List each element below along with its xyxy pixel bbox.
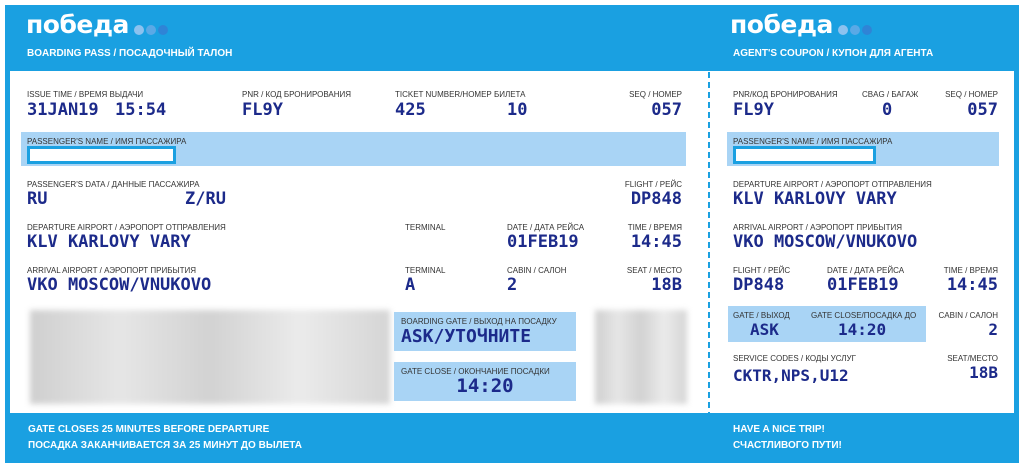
coupon-date-value: 01FEB19 xyxy=(827,275,899,295)
coupon-seat-label: SEAT/МЕСТО xyxy=(947,354,998,363)
coupon-subtitle: AGENT'S COUPON / КУПОН ДЛЯ АГЕНТА xyxy=(733,48,934,59)
coupon-pnr-value: FL9Y xyxy=(733,100,774,120)
coupon-time-value: 14:45 xyxy=(946,275,998,295)
seat-label: SEAT / МЕСТО xyxy=(626,266,682,275)
logo-dots xyxy=(836,12,872,41)
arrival-label: ARRIVAL AIRPORT / АЭРОПОРТ ПРИБЫТИЯ xyxy=(27,266,196,275)
issue-time-label: ISSUE TIME / ВРЕМЯ ВЫДАЧИ xyxy=(27,90,144,99)
cabin-label: CABIN / САЛОН xyxy=(507,266,567,275)
issue-time: 15:54 xyxy=(115,100,167,120)
coupon-date-label: DATE / ДАТА РЕЙСА xyxy=(827,266,905,275)
coupon-gate-close-label: GATE CLOSE/ПОСАДКА ДО xyxy=(811,311,917,320)
coupon-cabin-value: 2 xyxy=(988,320,998,339)
coupon-arrival-value: VKO MOSCOW/VNUKOVO xyxy=(733,232,918,252)
coupon-footer-line-2: СЧАСТЛИВОГО ПУТИ! xyxy=(733,440,842,451)
ticket-label: TICKET NUMBER/НОМЕР БИЛЕТА xyxy=(395,90,526,99)
cabin-value: 2 xyxy=(507,275,518,295)
coupon-seat-value: 18B xyxy=(969,363,998,382)
coupon-gate-value: ASK xyxy=(750,320,779,339)
seat-value: 18B xyxy=(651,275,682,295)
ticket-number-a: 425 xyxy=(395,100,426,120)
coupon-footer-line-1: HAVE A NICE TRIP! xyxy=(733,424,825,435)
coupon-time-label: TIME / ВРЕМЯ xyxy=(943,266,998,275)
pnr-value: FL9Y xyxy=(242,100,283,120)
coupon-bag-value: 0 xyxy=(882,100,893,120)
coupon-seq-label: SEQ / НОМЕР xyxy=(945,90,998,99)
departure-label: DEPARTURE AIRPORT / АЭРОПОРТ ОТПРАВЛЕНИЯ xyxy=(27,223,226,232)
arrival-value: VKO MOSCOW/VNUKOVO xyxy=(27,275,212,295)
passenger-name-label: PASSENGER'S NAME / ИМЯ ПАССАЖИРА xyxy=(27,137,187,146)
coupon-departure-value: KLV KARLOVY VARY xyxy=(733,189,897,209)
time-label: TIME / ВРЕМЯ xyxy=(627,223,682,232)
pnr-label: PNR / КОД БРОНИРОВАНИЯ xyxy=(242,90,352,99)
footer-line-2: ПОСАДКА ЗАКАНЧИВАЕТСЯ ЗА 25 МИНУТ ДО ВЫЛ… xyxy=(28,440,303,451)
gate-close-value: 14:20 xyxy=(456,375,514,397)
logo-dots xyxy=(132,12,168,41)
terminal2-label: TERMINAL xyxy=(405,266,446,275)
ticket-number-b: 10 xyxy=(507,100,528,120)
coupon-service-label: SERVICE CODES / КОДЫ УСЛУГ xyxy=(733,354,856,363)
coupon-flight-value: DP848 xyxy=(733,275,785,295)
coupon-name-label: PASSENGER'S NAME / ИМЯ ПАССАЖИРА xyxy=(733,137,893,146)
boarding-gate-label: BOARDING GATE / ВЫХОД НА ПОСАДКУ xyxy=(401,317,557,326)
perforation-line xyxy=(708,62,710,418)
coupon-bag-label: CBAG / БАГАЖ xyxy=(862,90,919,99)
flight-value: DP848 xyxy=(630,189,682,209)
logo-text: победа xyxy=(730,10,833,39)
coupon-service-value: CKTR,NPS,U12 xyxy=(733,366,849,385)
time-value: 14:45 xyxy=(630,232,682,252)
coupon-arrival-label: ARRIVAL AIRPORT / АЭРОПОРТ ПРИБЫТИЯ xyxy=(733,223,902,232)
coupon-pnr-label: PNR/КОД БРОНИРОВАНИЯ xyxy=(733,90,838,99)
coupon-cabin-label: CABIN / САЛОН xyxy=(938,311,998,320)
coupon-gate-label: GATE / ВЫХОД xyxy=(733,311,790,320)
seq-value: 057 xyxy=(651,100,682,120)
footer-line-1: GATE CLOSES 25 MINUTES BEFORE DEPARTURE xyxy=(28,424,270,435)
seq-label: SEQ / НОМЕР xyxy=(629,90,682,99)
coupon-logo: победа xyxy=(730,10,872,41)
issue-date: 31JAN19 xyxy=(27,100,99,120)
passenger-data-label: PASSENGER'S DATA / ДАННЫЕ ПАССАЖИРА xyxy=(27,180,200,189)
flight-label: FLIGHT / РЕЙС xyxy=(624,180,682,189)
date-label: DATE / ДАТА РЕЙСА xyxy=(507,223,585,232)
terminal2-value: A xyxy=(405,275,416,295)
coupon-flight-label: FLIGHT / РЕЙС xyxy=(733,266,791,275)
logo: победа xyxy=(26,10,168,41)
logo-text: победа xyxy=(26,10,129,39)
coupon-departure-label: DEPARTURE AIRPORT / АЭРОПОРТ ОТПРАВЛЕНИЯ xyxy=(733,180,932,189)
passenger-name-field xyxy=(27,146,176,164)
boarding-gate-value: ASK/УТОЧНИТЕ xyxy=(401,326,532,347)
qr-redacted xyxy=(595,310,687,404)
coupon-gate-close-value: 14:20 xyxy=(838,320,887,339)
boarding-pass-subtitle: BOARDING PASS / ПОСАДОЧНЫЙ ТАЛОН xyxy=(27,48,233,59)
passenger-data-b: Z/RU xyxy=(185,189,226,209)
passenger-data-a: RU xyxy=(27,189,48,209)
date-value: 01FEB19 xyxy=(507,232,579,252)
terminal-label: TERMINAL xyxy=(405,223,446,232)
coupon-seq-value: 057 xyxy=(967,100,998,120)
barcode-redacted xyxy=(30,310,390,404)
coupon-name-field xyxy=(733,146,876,164)
departure-value: KLV KARLOVY VARY xyxy=(27,232,191,252)
